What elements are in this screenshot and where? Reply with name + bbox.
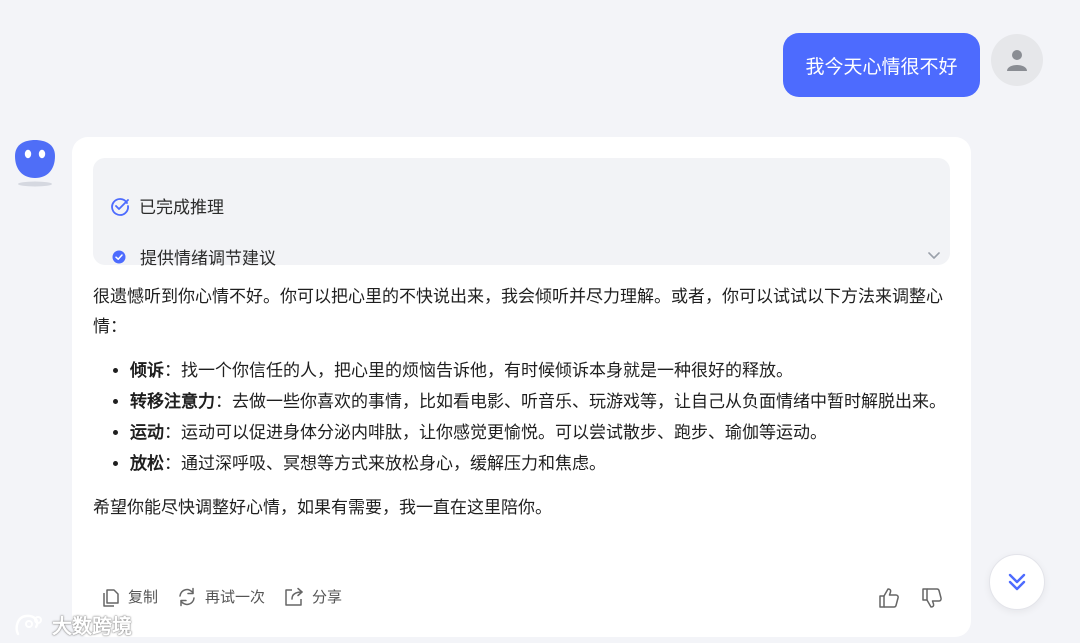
list-item: 转移注意力：去做一些你喜欢的事情，比如看电影、听音乐、玩游戏等，让自己从负面情绪… [130, 387, 953, 418]
tip-title: 倾诉 [130, 361, 164, 381]
reasoning-panel[interactable]: 已完成推理 提供情绪调节建议 [93, 158, 950, 269]
thumbs-up-icon [879, 588, 899, 608]
user-message-text: 我今天心情很不好 [805, 55, 958, 78]
reasoning-status-label: 已完成推理 [139, 198, 224, 218]
response-intro: 很遗憾听到你心情不好。你可以把心里的不快说出来，我会倾听并尽力理解。或者，你可以… [93, 287, 943, 337]
reasoning-status: 已完成推理 [110, 193, 224, 218]
watermark-text: 大数跨境 [52, 614, 132, 638]
like-button[interactable] [877, 586, 901, 610]
bot-avatar [10, 138, 60, 188]
user-message-bubble: 我今天心情很不好 [783, 33, 980, 97]
copy-button[interactable]: 复制 [101, 586, 158, 607]
message-actions: 复制 再试一次 分享 [101, 586, 360, 607]
chevron-down-icon[interactable] [927, 250, 941, 260]
tip-title: 转移注意力 [130, 392, 215, 412]
watermark: 大数跨境 [14, 610, 132, 639]
dislike-button[interactable] [920, 586, 944, 610]
bot-avatar-icon [15, 140, 55, 187]
reasoning-step-label: 提供情绪调节建议 [140, 249, 276, 269]
copy-icon [103, 588, 119, 607]
user-avatar-icon [1007, 50, 1027, 71]
assistant-response: 很遗憾听到你心情不好。你可以把心里的不快说出来，我会倾听并尽力理解。或者，你可以… [93, 282, 953, 523]
response-closing: 希望你能尽快调整好心情，如果有需要，我一直在这里陪你。 [93, 498, 552, 518]
tip-text: ：去做一些你喜欢的事情，比如看电影、听音乐、玩游戏等，让自己从负面情绪中暂时解脱… [215, 392, 946, 412]
retry-button[interactable]: 再试一次 [176, 586, 265, 607]
list-item: 运动：运动可以促进身体分泌内啡肽，让你感觉更愉悦。可以尝试散步、跑步、瑜伽等运动… [130, 418, 953, 449]
tip-text: ：通过深呼吸、冥想等方式来放松身心，缓解压力和焦虑。 [164, 454, 606, 474]
tip-title: 放松 [130, 454, 164, 474]
scroll-down-button[interactable] [989, 554, 1045, 610]
copy-label: 复制 [128, 588, 159, 606]
tip-title: 运动 [130, 423, 164, 443]
tips-list: 倾诉：找一个你信任的人，把心里的烦恼告诉他，有时候倾诉本身就是一种很好的释放。 … [93, 356, 953, 480]
reasoning-step: 提供情绪调节建议 [112, 244, 276, 269]
share-label: 分享 [312, 588, 343, 606]
scroll-down-icon [1008, 573, 1026, 591]
list-item: 倾诉：找一个你信任的人，把心里的烦恼告诉他，有时候倾诉本身就是一种很好的释放。 [130, 356, 953, 387]
user-avatar[interactable] [991, 34, 1043, 86]
share-button[interactable]: 分享 [283, 586, 342, 607]
thumbs-down-icon [922, 588, 942, 608]
step-dot-icon [112, 250, 126, 263]
assistant-message-card: 已完成推理 提供情绪调节建议 很遗憾听到你心情不好。你可以把心里的不快说出来，我… [72, 137, 971, 637]
tip-text: ：运动可以促进身体分泌内啡肽，让你感觉更愉悦。可以尝试散步、跑步、瑜伽等运动。 [164, 423, 827, 443]
share-icon [285, 587, 303, 606]
retry-icon [179, 587, 195, 606]
list-item: 放松：通过深呼吸、冥想等方式来放松身心，缓解压力和焦虑。 [130, 449, 953, 480]
retry-label: 再试一次 [205, 588, 266, 606]
check-circle-icon [111, 197, 129, 216]
watermark-logo-icon [15, 614, 42, 635]
tip-text: ：找一个你信任的人，把心里的烦恼告诉他，有时候倾诉本身就是一种很好的释放。 [164, 361, 793, 381]
